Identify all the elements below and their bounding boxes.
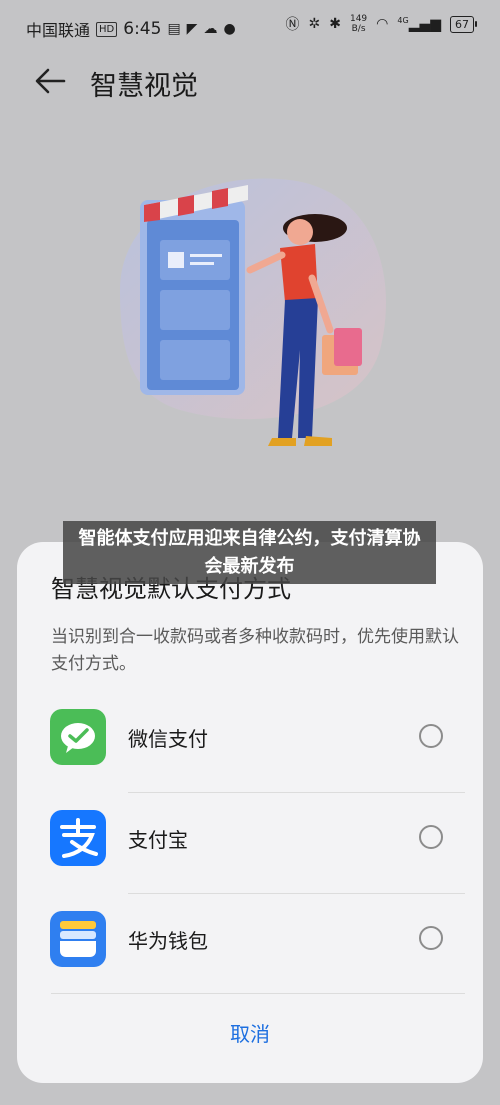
option-label: 华为钱包 [128,929,208,953]
radio-button[interactable] [419,724,443,748]
divider [51,993,465,994]
network-speed: 149 B/s [350,14,367,34]
news-overlay-banner: 智能体支付应用迎来自律公约，支付清算协会最新发布 [63,521,436,584]
battery-indicator: 67 [450,15,477,33]
radio-button[interactable] [419,926,443,950]
wechat-pay-icon [50,709,106,765]
signal-label: 4G [397,15,409,25]
huawei-wallet-icon [50,911,106,967]
clock: 6:45 [123,19,162,39]
bluetooth-icon: ✱ [329,16,341,32]
shopping-scan-illustration-icon [120,178,386,446]
status-bar: 中国联通 HD 6:45 ▤ ◤ ☁ ● Ⓝ ✲ ✱ 149 B/s ◠ 4G▂… [0,0,500,52]
map-notification-icon: ◤ [186,21,198,37]
sheet-description: 当识别到合一收款码或者多种收款码时，优先使用默认支付方式。 [51,627,459,674]
option-alipay[interactable]: 支付宝 [17,793,483,893]
app-notification-icon: ▤ [167,21,181,37]
chat-notification-icon: ☁ [203,21,218,37]
page-title: 智慧视觉 [90,71,198,102]
hd-badge: HD [96,21,118,37]
cellular-signal-icon: 4G▂▄▆ [397,15,441,33]
alipay-icon [50,810,106,866]
cancel-button[interactable]: 取消 [17,1018,483,1047]
option-huawei-wallet[interactable]: 华为钱包 [17,894,483,994]
nfc-icon: Ⓝ [285,17,300,33]
payment-method-sheet: 智慧视觉默认支付方式 当识别到合一收款码或者多种收款码时，优先使用默认支付方式。… [17,542,483,1083]
dot-notification-icon: ● [223,21,236,37]
wifi-icon: ◠ [376,16,389,32]
network-speed-value: 149 [349,14,368,24]
app-header: 智慧视觉 [0,52,500,112]
option-label: 微信支付 [128,727,208,751]
carrier-name: 中国联通 [26,21,91,40]
option-wechat-pay[interactable]: 微信支付 [17,692,483,792]
back-button[interactable] [34,64,68,98]
back-arrow-icon [35,68,66,94]
radio-button[interactable] [419,825,443,849]
status-left: 中国联通 HD 6:45 ▤ ◤ ☁ ● [26,17,236,41]
network-speed-unit: B/s [351,24,366,34]
shopping-illustration [100,160,400,460]
option-label: 支付宝 [128,828,188,852]
status-right: Ⓝ ✲ ✱ 149 B/s ◠ 4G▂▄▆ 67 [285,14,477,34]
vibrate-icon: ✲ [308,16,321,32]
